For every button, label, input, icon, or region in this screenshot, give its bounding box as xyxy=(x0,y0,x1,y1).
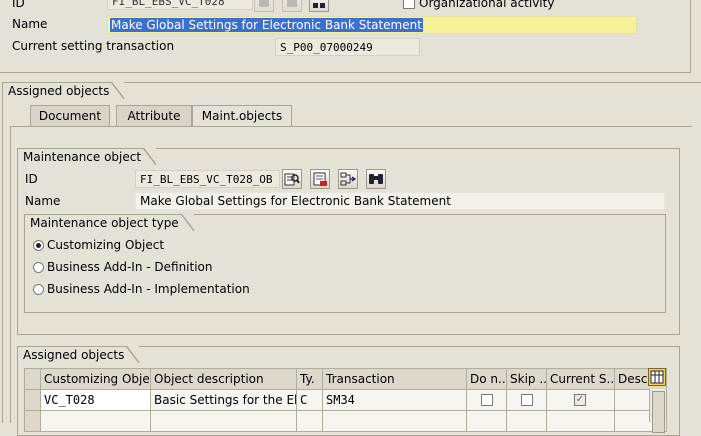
org-activity-label: Organizational activity xyxy=(419,0,555,10)
current-setting-checkbox[interactable]: ✓ xyxy=(574,394,586,406)
mo-id-field[interactable]: FI_BL_EBS_VC_T028_OB xyxy=(135,170,280,188)
radio-badi-definition[interactable] xyxy=(33,262,44,273)
mo-name-label: Name xyxy=(25,194,61,208)
id-field[interactable]: FI_BL_EBS_VC_T028 xyxy=(107,0,253,10)
radio-badi-implementation[interactable] xyxy=(33,284,44,295)
tab-maint-objects[interactable]: Maint.objects xyxy=(192,105,292,127)
tab-document[interactable]: Document xyxy=(30,105,110,126)
row-selector[interactable] xyxy=(24,389,41,411)
tab-attribute[interactable]: Attribute xyxy=(116,105,192,126)
col-header-do-not[interactable]: Do n... xyxy=(466,368,507,390)
cell-transaction[interactable]: SM34 xyxy=(322,389,467,411)
col-header-type[interactable]: Ty. xyxy=(296,368,323,390)
assigned-table-title: Assigned objects xyxy=(17,346,140,363)
scrollbar-thumb[interactable] xyxy=(652,391,665,433)
empty-cell xyxy=(546,410,615,432)
cell-skip xyxy=(506,389,547,411)
current-tx-field[interactable]: S_P00_07000249 xyxy=(275,38,420,56)
radio-badi-implementation-label: Business Add-In - Implementation xyxy=(47,282,250,296)
radio-badi-definition-label: Business Add-In - Definition xyxy=(47,260,213,274)
mo-type-title: Maintenance object type xyxy=(24,214,194,231)
empty-cell xyxy=(296,410,323,432)
empty-cell xyxy=(506,410,547,432)
col-header-object-description[interactable]: Object description xyxy=(150,368,297,390)
table-settings-icon[interactable] xyxy=(648,368,666,386)
radio-customizing-object-label: Customizing Object xyxy=(47,238,165,252)
find-icon[interactable] xyxy=(366,169,386,189)
col-header-transaction[interactable]: Transaction xyxy=(322,368,467,390)
cell-type: C xyxy=(296,389,323,411)
radio-customizing-object[interactable] xyxy=(33,240,44,251)
skip-checkbox[interactable] xyxy=(521,394,533,406)
cell-object-description: Basic Settings for the Ele... xyxy=(150,389,297,411)
table-row[interactable]: VC_T028 Basic Settings for the Ele... C … xyxy=(24,389,667,411)
select-all-cell[interactable] xyxy=(24,368,41,390)
row-selector-empty xyxy=(24,410,41,432)
table-row-empty xyxy=(24,410,667,432)
cell-customizing-object[interactable]: VC_T028 xyxy=(40,389,151,411)
navigate-icon[interactable] xyxy=(338,169,358,189)
empty-cell xyxy=(322,410,467,432)
cell-do-not xyxy=(466,389,507,411)
table-header-row: Customizing Object Object description Ty… xyxy=(24,368,667,390)
display-object-icon[interactable] xyxy=(282,169,302,189)
current-tx-label: Current setting transaction xyxy=(12,39,175,53)
table-scrollbar[interactable] xyxy=(649,389,666,433)
empty-cell xyxy=(40,410,151,432)
assigned-objects-title: Assigned objects xyxy=(2,82,125,99)
col-header-current-setting[interactable]: Current S... xyxy=(546,368,615,390)
id-label: ID xyxy=(12,0,25,10)
save-icon[interactable] xyxy=(282,0,302,12)
maintenance-object-title: Maintenance object xyxy=(17,148,157,165)
save-object-icon[interactable] xyxy=(310,169,330,189)
name-field[interactable]: Make Global Settings for Electronic Bank… xyxy=(107,16,637,34)
hierarchy-icon[interactable] xyxy=(309,0,329,12)
cell-current-setting: ✓ xyxy=(546,389,615,411)
org-activity-checkbox[interactable] xyxy=(403,0,415,9)
header-panel xyxy=(0,0,691,73)
mo-name-field[interactable]: Make Global Settings for Electronic Bank… xyxy=(135,192,665,210)
empty-cell xyxy=(466,410,507,432)
col-header-customizing-object[interactable]: Customizing Object xyxy=(40,368,151,390)
do-not-checkbox[interactable] xyxy=(481,394,493,406)
mo-id-label: ID xyxy=(25,172,38,186)
col-header-skip[interactable]: Skip ... xyxy=(506,368,547,390)
display-icon[interactable] xyxy=(254,0,274,12)
name-field-value: Make Global Settings for Electronic Bank… xyxy=(110,18,423,32)
name-label: Name xyxy=(12,17,48,31)
assigned-objects-table: Customizing Object Object description Ty… xyxy=(24,368,667,432)
empty-cell xyxy=(150,410,297,432)
